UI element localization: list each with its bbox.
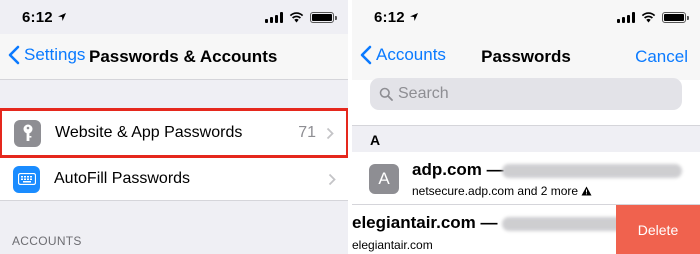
search-field[interactable]: Search [370, 78, 682, 110]
keyboard-icon [13, 165, 40, 193]
cellular-signal-icon [265, 11, 283, 23]
wifi-icon [641, 11, 656, 22]
location-arrow-icon [409, 13, 418, 21]
status-icons [617, 11, 689, 23]
status-time-text: 6:12 [22, 9, 53, 26]
passwords-accounts-screen: 6:12 Settings Passwords & Accounts Websi… [0, 0, 348, 254]
status-time-text: 6:12 [374, 9, 405, 26]
subtitle-text: netsecure.adp.com and 2 more [412, 184, 579, 198]
passwords-group: Website & App Passwords 71 AutoFill Pass… [0, 108, 348, 202]
chevron-left-icon [8, 45, 20, 65]
autofill-passwords-item[interactable]: AutoFill Passwords [0, 156, 348, 202]
password-site-subtitle: netsecure.adp.com and 2 more [412, 184, 592, 198]
search-placeholder: Search [398, 85, 449, 102]
navigation-bar: Accounts Passwords Cancel [352, 34, 700, 80]
username-redacted [502, 217, 616, 231]
chevron-right-icon [326, 127, 334, 139]
cancel-button[interactable]: Cancel [635, 47, 688, 67]
section-letter: A [370, 132, 381, 148]
website-app-passwords-item[interactable]: Website & App Passwords 71 [0, 108, 348, 158]
swiped-row-content: elegiantair.com — elegiantair.com [352, 205, 616, 254]
battery-icon [662, 11, 689, 23]
status-time: 6:12 [374, 9, 419, 26]
search-icon [379, 87, 393, 101]
accounts-section-header: ACCOUNTS [12, 234, 82, 248]
warning-icon [581, 186, 592, 196]
password-row-adp[interactable]: A adp.com — netsecure.adp.com and 2 more [352, 153, 700, 205]
avatar: A [369, 164, 399, 194]
cellular-signal-icon [617, 11, 635, 23]
password-site-title: elegiantair.com — [352, 213, 498, 232]
location-arrow-icon [57, 13, 66, 21]
back-button-settings[interactable]: Settings [8, 45, 85, 65]
password-site-title: adp.com — [412, 160, 504, 179]
status-time: 6:12 [22, 9, 67, 26]
password-count: 71 [298, 124, 316, 141]
page-title: Passwords & Accounts [89, 47, 278, 66]
status-bar: 6:12 [352, 0, 700, 34]
password-site-subtitle: elegiantair.com [352, 238, 433, 252]
back-button-label: Settings [24, 45, 86, 64]
wifi-icon [289, 11, 304, 22]
status-bar: 6:12 [0, 0, 348, 34]
passwords-screen: 6:12 Accounts Passwords Cancel Search A … [352, 0, 700, 254]
key-icon [14, 119, 41, 147]
autofill-passwords-label: AutoFill Passwords [54, 170, 191, 187]
username-redacted [502, 164, 682, 178]
section-header-a: A [352, 125, 700, 152]
status-icons [265, 11, 337, 23]
website-app-passwords-label: Website & App Passwords [55, 124, 243, 141]
navigation-bar: Settings Passwords & Accounts [0, 34, 348, 80]
delete-button[interactable]: Delete [616, 205, 700, 254]
battery-icon [310, 11, 337, 23]
password-row-elegiantair[interactable]: elegiantair.com — elegiantair.com Delete [352, 205, 700, 254]
chevron-right-icon [328, 173, 336, 185]
